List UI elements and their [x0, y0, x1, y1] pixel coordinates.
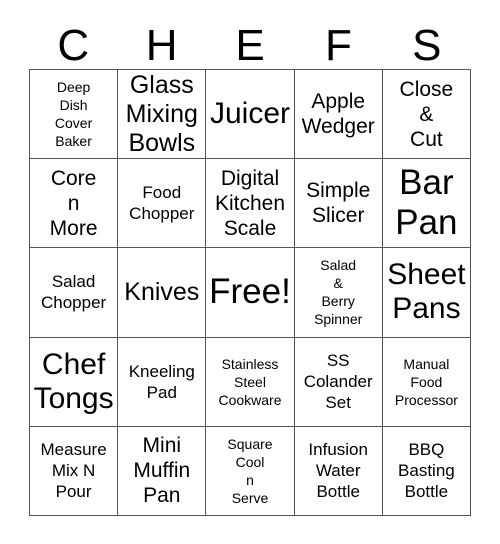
bingo-cell-r1c5[interactable]: Close & Cut — [382, 70, 471, 160]
bingo-cell-r5c5[interactable]: BBQ Basting Bottle — [382, 426, 471, 516]
bingo-cell-label: Glass Mixing Bowls — [125, 70, 198, 157]
bingo-cell-label: Stainless Steel Cookware — [218, 355, 282, 408]
bingo-cell-label: Infusion Water Bottle — [308, 440, 368, 502]
bingo-cell-r5c2[interactable]: Mini Muffin Pan — [118, 426, 207, 516]
bingo-cell-label: Salad & Berry Spinner — [314, 257, 363, 328]
bingo-cell-r5c4[interactable]: Infusion Water Bottle — [294, 426, 383, 516]
bingo-cell-r2c5[interactable]: Bar Pan — [382, 159, 471, 249]
bingo-cell-label: Food Chopper — [129, 183, 195, 224]
bingo-cell-r4c1[interactable]: Chef Tongs — [30, 337, 119, 427]
bingo-cell-label: Square Cool n Serve — [227, 435, 273, 506]
bingo-cell-r1c3[interactable]: Juicer — [206, 70, 295, 160]
bingo-cell-label: SS Colander Set — [303, 351, 373, 413]
bingo-cell-r2c1[interactable]: Core n More — [30, 159, 119, 249]
bingo-header: C H E F S — [29, 14, 471, 69]
bingo-cell-label: Juicer — [209, 97, 290, 131]
bingo-cell-r5c3[interactable]: Square Cool n Serve — [206, 426, 295, 516]
bingo-cell-label: Close & Cut — [399, 77, 454, 151]
bingo-cell-r4c3[interactable]: Stainless Steel Cookware — [206, 337, 295, 427]
bingo-grid: Deep Dish Cover Baker Glass Mixing Bowls… — [29, 69, 471, 516]
bingo-cell-label: Simple Slicer — [306, 179, 371, 228]
bingo-card: C H E F S Deep Dish Cover Baker Glass Mi… — [0, 0, 500, 544]
bingo-cell-label: Manual Food Processor — [394, 355, 458, 408]
bingo-cell-label: BBQ Basting Bottle — [398, 440, 455, 502]
bingo-cell-r2c2[interactable]: Food Chopper — [118, 159, 207, 249]
bingo-cell-free-space[interactable]: Free! — [206, 248, 295, 338]
bingo-cell-r2c4[interactable]: Simple Slicer — [294, 159, 383, 249]
bingo-cell-r2c3[interactable]: Digital Kitchen Scale — [206, 159, 295, 249]
bingo-cell-label: Salad Chopper — [40, 272, 107, 313]
bingo-cell-r4c5[interactable]: Manual Food Processor — [382, 337, 471, 427]
bingo-cell-label: Apple Wedger — [301, 90, 375, 139]
bingo-cell-label: Bar Pan — [395, 163, 458, 243]
bingo-cell-label: Kneeling Pad — [128, 361, 195, 402]
bingo-cell-r1c2[interactable]: Glass Mixing Bowls — [118, 70, 207, 160]
bingo-cell-label: Deep Dish Cover Baker — [54, 79, 93, 150]
bingo-cell-r1c4[interactable]: Apple Wedger — [294, 70, 383, 160]
bingo-cell-r3c2[interactable]: Knives — [118, 248, 207, 338]
bingo-cell-r5c1[interactable]: Measure Mix N Pour — [30, 426, 119, 516]
free-space-label: Free! — [209, 272, 291, 312]
bingo-cell-label: Measure Mix N Pour — [40, 440, 107, 502]
bingo-cell-r3c5[interactable]: Sheet Pans — [382, 248, 471, 338]
header-letter-3: E — [235, 21, 265, 70]
header-letter-2: H — [145, 21, 178, 70]
bingo-cell-label: Knives — [124, 277, 200, 306]
header-letter-5: S — [412, 21, 442, 70]
bingo-cell-r3c4[interactable]: Salad & Berry Spinner — [294, 248, 383, 338]
bingo-cell-label: Core n More — [49, 166, 98, 240]
bingo-cell-label: Mini Muffin Pan — [133, 434, 191, 508]
bingo-cell-r3c1[interactable]: Salad Chopper — [30, 248, 119, 338]
bingo-cell-r4c2[interactable]: Kneeling Pad — [118, 337, 207, 427]
header-letter-4: F — [324, 21, 352, 70]
bingo-cell-label: Digital Kitchen Scale — [214, 166, 286, 240]
bingo-cell-label: Chef Tongs — [33, 347, 114, 415]
header-letter-1: C — [57, 21, 90, 70]
bingo-cell-r4c4[interactable]: SS Colander Set — [294, 337, 383, 427]
bingo-cell-r1c1[interactable]: Deep Dish Cover Baker — [30, 70, 119, 160]
bingo-cell-label: Sheet Pans — [387, 258, 466, 326]
